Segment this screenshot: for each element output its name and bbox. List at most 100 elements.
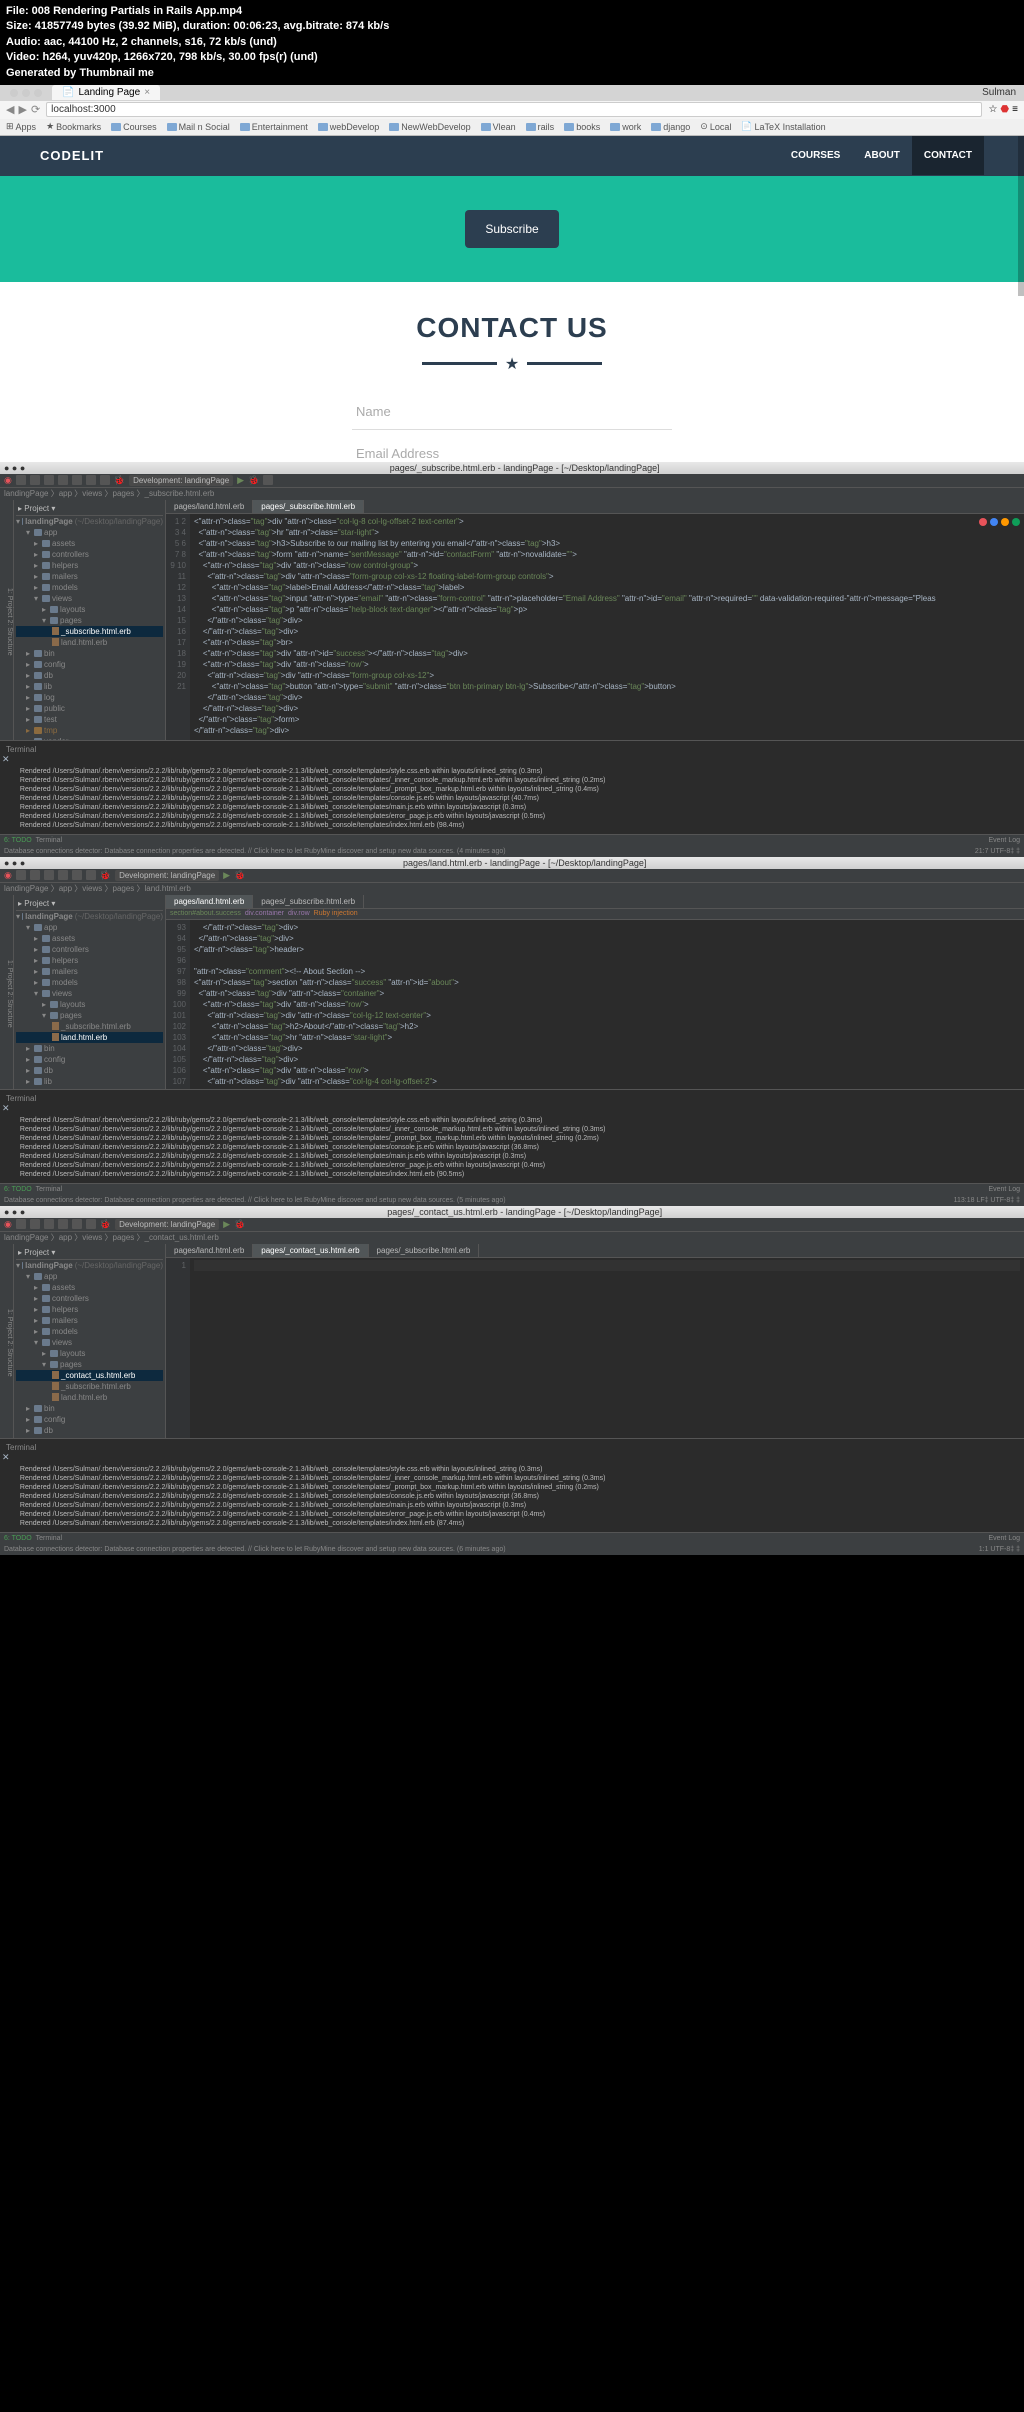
bookmark-folder[interactable]: NewWebDevelop: [389, 122, 470, 132]
terminal-close-icon[interactable]: ✕: [2, 1452, 10, 1462]
terminal-panel[interactable]: Terminal ✕ Rendered /Users/Sulman/.rbenv…: [0, 1089, 1024, 1183]
ext-icon[interactable]: ⬣: [1000, 104, 1009, 115]
forward-icon[interactable]: ▶: [18, 103, 26, 116]
ide-window-1: ● ● ● pages/_subscribe.html.erb - landin…: [0, 462, 1024, 857]
debug-icon[interactable]: 🐞: [248, 475, 259, 486]
play-icon[interactable]: ▶: [223, 1219, 230, 1230]
site-logo[interactable]: CODELIT: [40, 148, 104, 163]
bug-icon[interactable]: 🐞: [114, 475, 125, 486]
window-controls[interactable]: [4, 89, 48, 97]
nav-contact[interactable]: CONTACT: [912, 136, 984, 175]
bookmark-folder[interactable]: Courses: [111, 122, 157, 132]
editor-tabs[interactable]: pages/land.html.erb pages/_contact_us.ht…: [166, 1244, 1024, 1258]
bookmark-folder[interactable]: Mail n Social: [167, 122, 230, 132]
tab-favicon: 📄: [62, 87, 74, 98]
notification-bar[interactable]: Database connections detector: Database …: [0, 846, 1024, 857]
tb-open-icon[interactable]: [16, 475, 26, 485]
ide-toolbar[interactable]: ◉ 🐞 Development: landingPage ▶ 🐞: [0, 1218, 1024, 1232]
subscribe-button[interactable]: Subscribe: [465, 210, 558, 248]
editor-tabs[interactable]: pages/land.html.erb pages/_subscribe.htm…: [166, 895, 1024, 909]
code-content[interactable]: <"attr-n">class="tag">div "attr-n">class…: [190, 514, 1024, 740]
ide-toolbar[interactable]: ◉ 🐞 Development: landingPage ▶ 🐞: [0, 474, 1024, 488]
subscribe-section: Subscribe: [0, 176, 1024, 282]
editor-tabs[interactable]: pages/land.html.erb pages/_subscribe.htm…: [166, 500, 1024, 514]
scrollbar[interactable]: [1018, 136, 1024, 296]
webpage-viewport: CODELIT COURSES ABOUT CONTACT Subscribe …: [0, 136, 1024, 462]
bookmark-folder[interactable]: rails: [526, 122, 555, 132]
run-config[interactable]: Development: landingPage: [115, 1219, 219, 1230]
name-input[interactable]: [352, 394, 672, 430]
nav-breadcrumb[interactable]: landingPage 〉app 〉views 〉pages 〉_subscri…: [0, 488, 1024, 500]
terminal-tab[interactable]: Terminal: [36, 837, 62, 844]
nav-about[interactable]: ABOUT: [852, 136, 912, 175]
terminal-close-icon[interactable]: ✕: [2, 754, 10, 764]
code-content[interactable]: [190, 1258, 1024, 1438]
code-editor[interactable]: 1: [166, 1258, 1024, 1438]
url-input[interactable]: localhost:3000: [46, 102, 982, 117]
todo-indicator[interactable]: 6: TODO: [4, 837, 32, 844]
apps-icon[interactable]: ⊞ Apps: [6, 121, 36, 132]
project-tree[interactable]: ▸ Project ▾ ▾landingPage (~/Desktop/land…: [14, 1244, 166, 1438]
code-content[interactable]: </"attr-n">class="tag">div> </"attr-n">c…: [190, 920, 1024, 1089]
bookmark-folder[interactable]: django: [651, 122, 690, 132]
tab-close-icon[interactable]: ×: [144, 87, 150, 98]
bookmark-folder[interactable]: webDevelop: [318, 122, 380, 132]
tb-more-icon[interactable]: [263, 475, 273, 485]
code-breadcrumb[interactable]: section#about.successdiv.containerdiv.ro…: [166, 909, 1024, 920]
bookmark-item[interactable]: 📄 LaTeX Installation: [741, 121, 825, 132]
browser-tab[interactable]: 📄 Landing Page ×: [52, 85, 160, 100]
tb-save-icon[interactable]: [30, 475, 40, 485]
tb-undo-icon[interactable]: [44, 475, 54, 485]
tool-window-tabs[interactable]: 1: Project 2: Structure: [0, 1244, 14, 1438]
play-icon[interactable]: ▶: [223, 870, 230, 881]
back-icon[interactable]: ◀: [6, 103, 14, 116]
menu-icon[interactable]: ≡: [1012, 104, 1018, 115]
chrome-user[interactable]: Sulman: [978, 87, 1020, 98]
editor-tab[interactable]: pages/_subscribe.html.erb: [369, 1244, 480, 1257]
bookmark-folder[interactable]: books: [564, 122, 600, 132]
tb-redo-icon[interactable]: [58, 475, 68, 485]
code-editor[interactable]: 1 2 3 4 5 6 7 8 9 10 11 12 13 14 15 16 1…: [166, 514, 1024, 740]
editor-tab-active[interactable]: pages/_contact_us.html.erb: [253, 1244, 368, 1257]
tb-cut-icon[interactable]: [72, 475, 82, 485]
star-icon[interactable]: ☆: [988, 104, 997, 115]
code-editor[interactable]: 93 94 95 96 97 98 99 100 101 102 103 104…: [166, 920, 1024, 1089]
tool-window-tabs[interactable]: 1: Project 2: Structure: [0, 895, 14, 1089]
editor-tab[interactable]: pages/_subscribe.html.erb: [253, 895, 364, 908]
nav-breadcrumb[interactable]: landingPage 〉app 〉views 〉pages 〉land.htm…: [0, 883, 1024, 895]
editor-tab[interactable]: pages/land.html.erb: [166, 500, 253, 513]
nav-courses[interactable]: COURSES: [779, 136, 852, 175]
editor-tab-active[interactable]: pages/_subscribe.html.erb: [253, 500, 364, 513]
notification-bar[interactable]: Database connections detector: Database …: [0, 1195, 1024, 1206]
email-input[interactable]: [352, 436, 672, 462]
bookmark-folder[interactable]: Vlean: [481, 122, 516, 132]
tool-window-tabs[interactable]: 1: Project 2: Structure: [0, 500, 14, 740]
editor-tab-active[interactable]: pages/land.html.erb: [166, 895, 253, 908]
run-config[interactable]: Development: landingPage: [115, 870, 219, 881]
project-tree[interactable]: ▸ Project ▾ ▾landingPage (~/Desktop/land…: [14, 895, 166, 1089]
bookmark-folder[interactable]: work: [610, 122, 641, 132]
terminal-close-icon[interactable]: ✕: [2, 1103, 10, 1113]
bookmark-folder[interactable]: ⊙ Local: [700, 121, 731, 132]
bug-icon[interactable]: 🐞: [100, 870, 111, 881]
event-log[interactable]: Event Log: [988, 837, 1020, 844]
run-config[interactable]: Development: landingPage: [129, 475, 233, 486]
terminal-panel[interactable]: Terminal ✕ Rendered /Users/Sulman/.rbenv…: [0, 740, 1024, 834]
terminal-panel[interactable]: Terminal ✕ Rendered /Users/Sulman/.rbenv…: [0, 1438, 1024, 1532]
play-icon[interactable]: ▶: [237, 475, 244, 486]
reload-icon[interactable]: ⟳: [31, 103, 40, 116]
notification-bar[interactable]: Database connections detector: Database …: [0, 1544, 1024, 1555]
debug-icon[interactable]: 🐞: [234, 1219, 245, 1230]
tb-copy-icon[interactable]: [86, 475, 96, 485]
ide-toolbar[interactable]: ◉ 🐞 Development: landingPage ▶ 🐞: [0, 869, 1024, 883]
debug-icon[interactable]: 🐞: [234, 870, 245, 881]
editor-tab[interactable]: pages/land.html.erb: [166, 1244, 253, 1257]
project-tree[interactable]: ▸ Project ▾ ▾landingPage (~/Desktop/land…: [14, 500, 166, 740]
bug-icon[interactable]: 🐞: [100, 1219, 111, 1230]
nav-breadcrumb[interactable]: landingPage 〉app 〉views 〉pages 〉_contact…: [0, 1232, 1024, 1244]
browser-preview-icons[interactable]: [979, 518, 1020, 526]
tb-paste-icon[interactable]: [100, 475, 110, 485]
rubymine-icon: ◉: [4, 475, 12, 486]
bookmark-folder[interactable]: Entertainment: [240, 122, 308, 132]
bookmark-folder[interactable]: ★ Bookmarks: [46, 121, 101, 132]
